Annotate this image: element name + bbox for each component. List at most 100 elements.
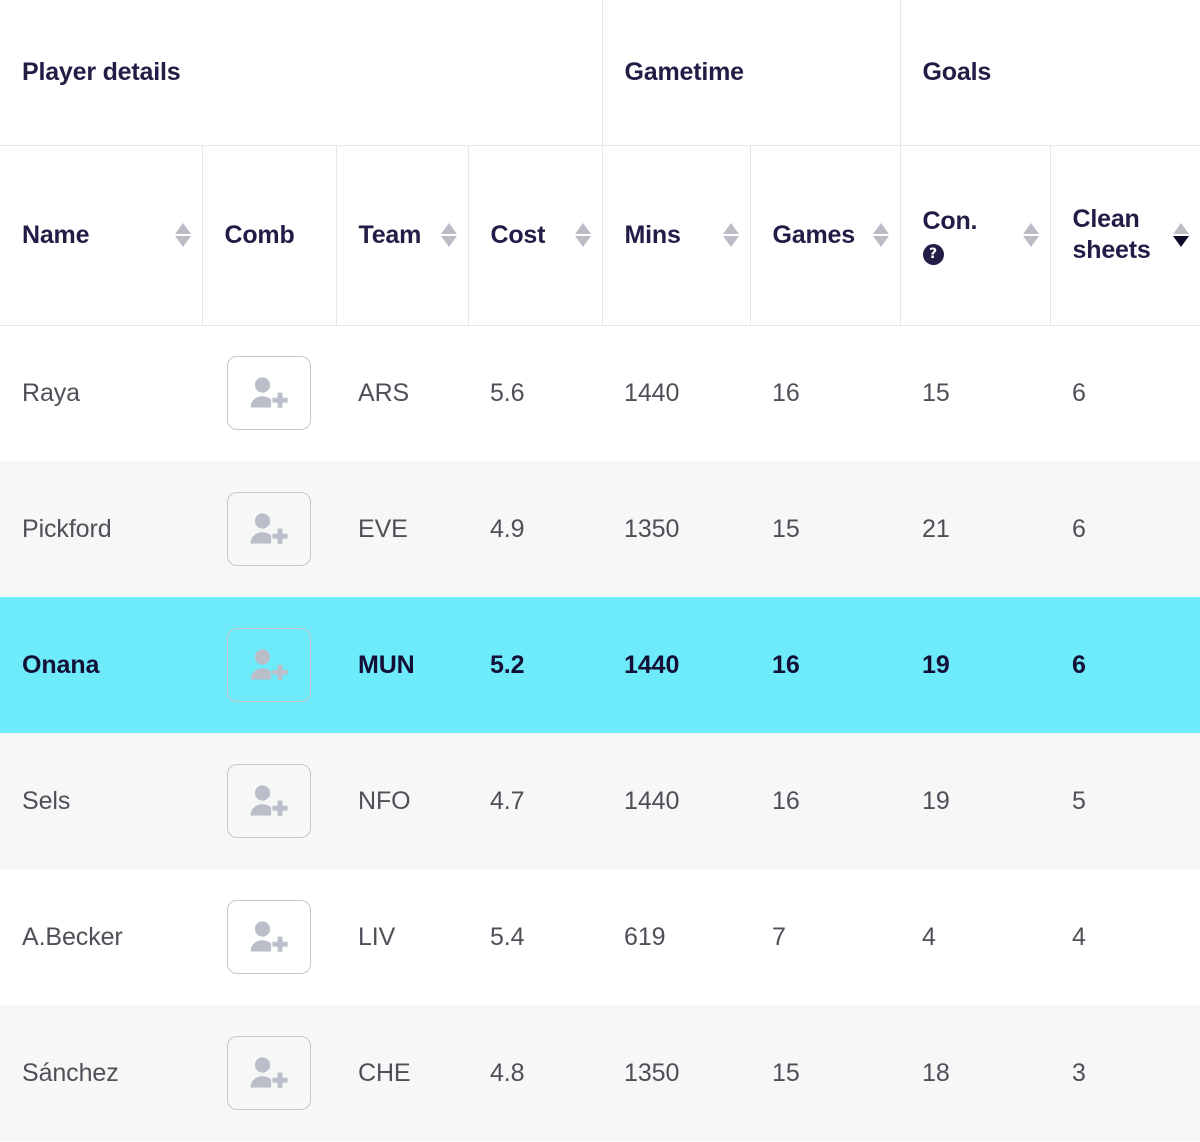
cell-name: Sánchez xyxy=(22,1058,119,1087)
add-person-icon xyxy=(249,920,289,954)
group-header-row: Player details Gametime Goals xyxy=(0,0,1200,146)
question-mark-icon[interactable]: ? xyxy=(922,243,944,265)
cell-name: Raya xyxy=(22,378,80,407)
cell-cost: 4.9 xyxy=(490,514,525,543)
cell-games: 16 xyxy=(772,786,800,815)
sort-icon[interactable] xyxy=(1022,223,1040,247)
player-stats-table-panel: Player details Gametime Goals Name Comb Team… xyxy=(0,0,1200,1142)
cell-clean-sheets: 6 xyxy=(1072,650,1086,679)
cell-name: A.Becker xyxy=(22,922,123,951)
cell-clean-sheets: 6 xyxy=(1072,378,1086,407)
cell-games: 7 xyxy=(772,922,786,951)
column-header-cell: Con.? xyxy=(922,206,1040,265)
sort-descending-arrow xyxy=(722,236,739,247)
table-row[interactable]: Pickford EVE 4.9 1350 15 21 6 xyxy=(0,461,1200,597)
cell-mins: 1440 xyxy=(624,650,680,679)
column-header-cell: Cost xyxy=(491,220,592,251)
cell-comb xyxy=(202,1005,336,1141)
cell-comb xyxy=(202,325,336,461)
table-row[interactable]: Sels NFO 4.7 1440 16 19 5 xyxy=(0,733,1200,869)
column-header-label-group: Mins xyxy=(625,220,681,251)
cell-games: 16 xyxy=(772,650,800,679)
add-player-button[interactable] xyxy=(227,1036,311,1110)
cell-team: MUN xyxy=(358,650,415,679)
column-header-label-group: Games xyxy=(772,220,856,251)
table-row[interactable]: Sánchez CHE 4.8 1350 15 18 3 xyxy=(0,1005,1200,1141)
cell-clean-sheets: 5 xyxy=(1072,786,1086,815)
cell-clean-sheets: 6 xyxy=(1072,514,1086,543)
sort-icon[interactable] xyxy=(574,223,592,247)
cell-mins: 1440 xyxy=(624,378,680,407)
column-header-label: Games xyxy=(772,220,856,249)
column-header-name[interactable]: Name xyxy=(0,145,203,326)
cell-con: 19 xyxy=(922,786,950,815)
column-header-cost[interactable]: Cost xyxy=(468,145,603,326)
cell-mins: 1440 xyxy=(624,786,680,815)
sort-descending-arrow xyxy=(440,236,457,247)
add-person-icon xyxy=(249,512,289,546)
sort-ascending-arrow xyxy=(1173,223,1190,234)
cell-games: 16 xyxy=(772,378,800,407)
column-header-cell: Team xyxy=(359,220,458,251)
add-player-button[interactable] xyxy=(227,356,311,431)
column-header-label: Mins xyxy=(624,220,681,249)
sort-icon[interactable] xyxy=(440,223,458,247)
table-row[interactable]: Raya ARS 5.6 1440 16 15 6 xyxy=(0,325,1200,461)
column-header-cell: Games xyxy=(773,220,890,251)
cell-con: 18 xyxy=(922,1058,950,1087)
column-header-team[interactable]: Team xyxy=(336,145,469,326)
cell-mins: 619 xyxy=(624,922,666,951)
cell-name: Sels xyxy=(22,786,71,815)
group-header-goals: Goals xyxy=(900,0,1200,146)
group-header-gametime: Gametime xyxy=(602,0,901,146)
sort-icon[interactable] xyxy=(174,223,192,247)
table-row[interactable]: A.Becker LIV 5.4 619 7 4 4 xyxy=(0,869,1200,1005)
column-header-cell: Comb xyxy=(225,220,326,251)
column-header-cell: Mins xyxy=(625,220,740,251)
table-head: Player details Gametime Goals Name Comb Team… xyxy=(0,0,1200,326)
add-player-button[interactable] xyxy=(227,628,311,702)
sort-descending-arrow xyxy=(1173,236,1190,247)
column-header-clean-sheets[interactable]: Clean sheets xyxy=(1050,145,1200,326)
column-header-comb: Comb xyxy=(202,145,337,326)
column-header-label: Comb xyxy=(224,220,295,249)
sort-ascending-arrow xyxy=(722,223,739,234)
cell-cost: 5.2 xyxy=(490,650,525,679)
add-person-icon xyxy=(249,648,289,682)
cell-clean-sheets: 4 xyxy=(1072,922,1086,951)
sort-descending-arrow xyxy=(574,236,591,247)
group-header-label: Player details xyxy=(22,58,181,86)
sort-ascending-arrow xyxy=(1022,223,1039,234)
add-person-icon xyxy=(249,1056,289,1090)
sort-icon[interactable] xyxy=(722,223,740,247)
group-header-label: Gametime xyxy=(624,58,744,86)
cell-comb xyxy=(202,869,336,1005)
cell-mins: 1350 xyxy=(624,1058,680,1087)
add-player-button[interactable] xyxy=(227,764,311,838)
column-header-games[interactable]: Games xyxy=(750,145,901,326)
cell-cost: 5.6 xyxy=(490,378,525,407)
add-player-button[interactable] xyxy=(227,492,311,566)
add-person-icon xyxy=(249,784,289,818)
column-header-cell: Clean sheets xyxy=(1073,204,1191,266)
table-row[interactable]: Onana MUN 5.2 1440 16 19 6 xyxy=(0,597,1200,733)
group-header-player-details: Player details xyxy=(0,0,603,146)
sort-descending-arrow xyxy=(872,236,889,247)
cell-team: CHE xyxy=(358,1058,411,1087)
cell-games: 15 xyxy=(772,1058,800,1087)
column-header-mins[interactable]: Mins xyxy=(602,145,751,326)
sort-descending-icon[interactable] xyxy=(1172,223,1190,247)
player-stats-table: Player details Gametime Goals Name Comb Team… xyxy=(0,0,1200,1141)
cell-team: NFO xyxy=(358,786,411,815)
column-header-label: Con. xyxy=(922,206,978,235)
column-header-con[interactable]: Con.? xyxy=(900,145,1051,326)
column-header-label: Clean sheets xyxy=(1072,205,1151,264)
sort-icon[interactable] xyxy=(872,223,890,247)
cell-name: Onana xyxy=(22,650,100,679)
cell-con: 4 xyxy=(922,922,936,951)
cell-con: 15 xyxy=(922,378,950,407)
column-header-cell: Name xyxy=(22,220,192,251)
cell-clean-sheets: 3 xyxy=(1072,1058,1086,1087)
add-player-button[interactable] xyxy=(227,900,311,974)
column-header-label-group: Team xyxy=(359,220,422,251)
